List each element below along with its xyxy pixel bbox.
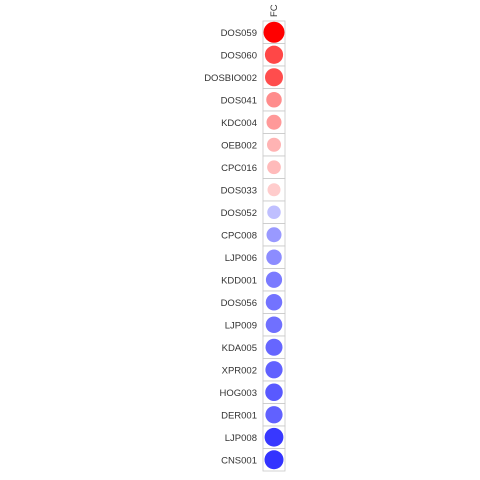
row-label: DOS052	[221, 208, 257, 219]
row-label: DOS059	[221, 28, 257, 39]
dot-der001	[265, 406, 283, 424]
row-label: CPC008	[221, 230, 257, 241]
dot-dos052	[267, 205, 281, 219]
dot-dos041	[266, 92, 282, 108]
dot-hog003	[265, 383, 283, 401]
dot-dos059	[263, 21, 285, 43]
dot-cns001	[264, 450, 284, 470]
column-label: FC	[269, 4, 280, 17]
row-label: DOS033	[221, 185, 257, 196]
row-label: DER001	[221, 410, 257, 421]
dot-ljp008	[264, 427, 284, 447]
dot-kdd001	[265, 271, 283, 288]
dot-cpc016	[267, 160, 281, 175]
row-label: OEB002	[221, 140, 257, 151]
row-labels: DOS059 DOS060 DOSBIO002 DOS041 KDC004 OEB002 C…	[204, 28, 257, 467]
grid-cells	[262, 20, 286, 472]
row-label: DOSBIO002	[204, 73, 257, 84]
dot-ljp009	[265, 316, 283, 334]
row-label: DOS056	[221, 298, 257, 309]
row-label: KDD001	[221, 275, 257, 286]
row-label: LJP008	[225, 433, 257, 444]
row-label: LJP006	[225, 253, 257, 264]
dot-dos056	[265, 294, 283, 311]
column-labels: FC	[269, 4, 280, 17]
row-label: DOS060	[221, 50, 257, 61]
dot-xpr002	[265, 361, 283, 379]
row-label: XPR002	[222, 365, 257, 376]
row-label: LJP009	[225, 320, 257, 331]
dot-kda005	[265, 338, 283, 356]
dot-dosbio002	[265, 68, 283, 87]
dot-heatmap: FC DOS059 DOS060 DOSBIO002 DOS041 KDC004 OEB0…	[204, 4, 286, 472]
row-label: CNS001	[221, 455, 257, 466]
dot-dos060	[264, 45, 284, 64]
row-label: CPC016	[221, 163, 257, 174]
dot-dos033	[267, 183, 281, 197]
row-label: DOS041	[221, 95, 257, 106]
row-label: KDA005	[222, 343, 257, 354]
dot-ljp006	[266, 249, 282, 265]
row-label: KDC004	[221, 118, 257, 129]
dot-kdc004	[266, 114, 282, 130]
dot-cpc008	[266, 227, 282, 243]
row-label: HOG003	[220, 388, 258, 399]
dot-oeb002	[267, 137, 281, 152]
